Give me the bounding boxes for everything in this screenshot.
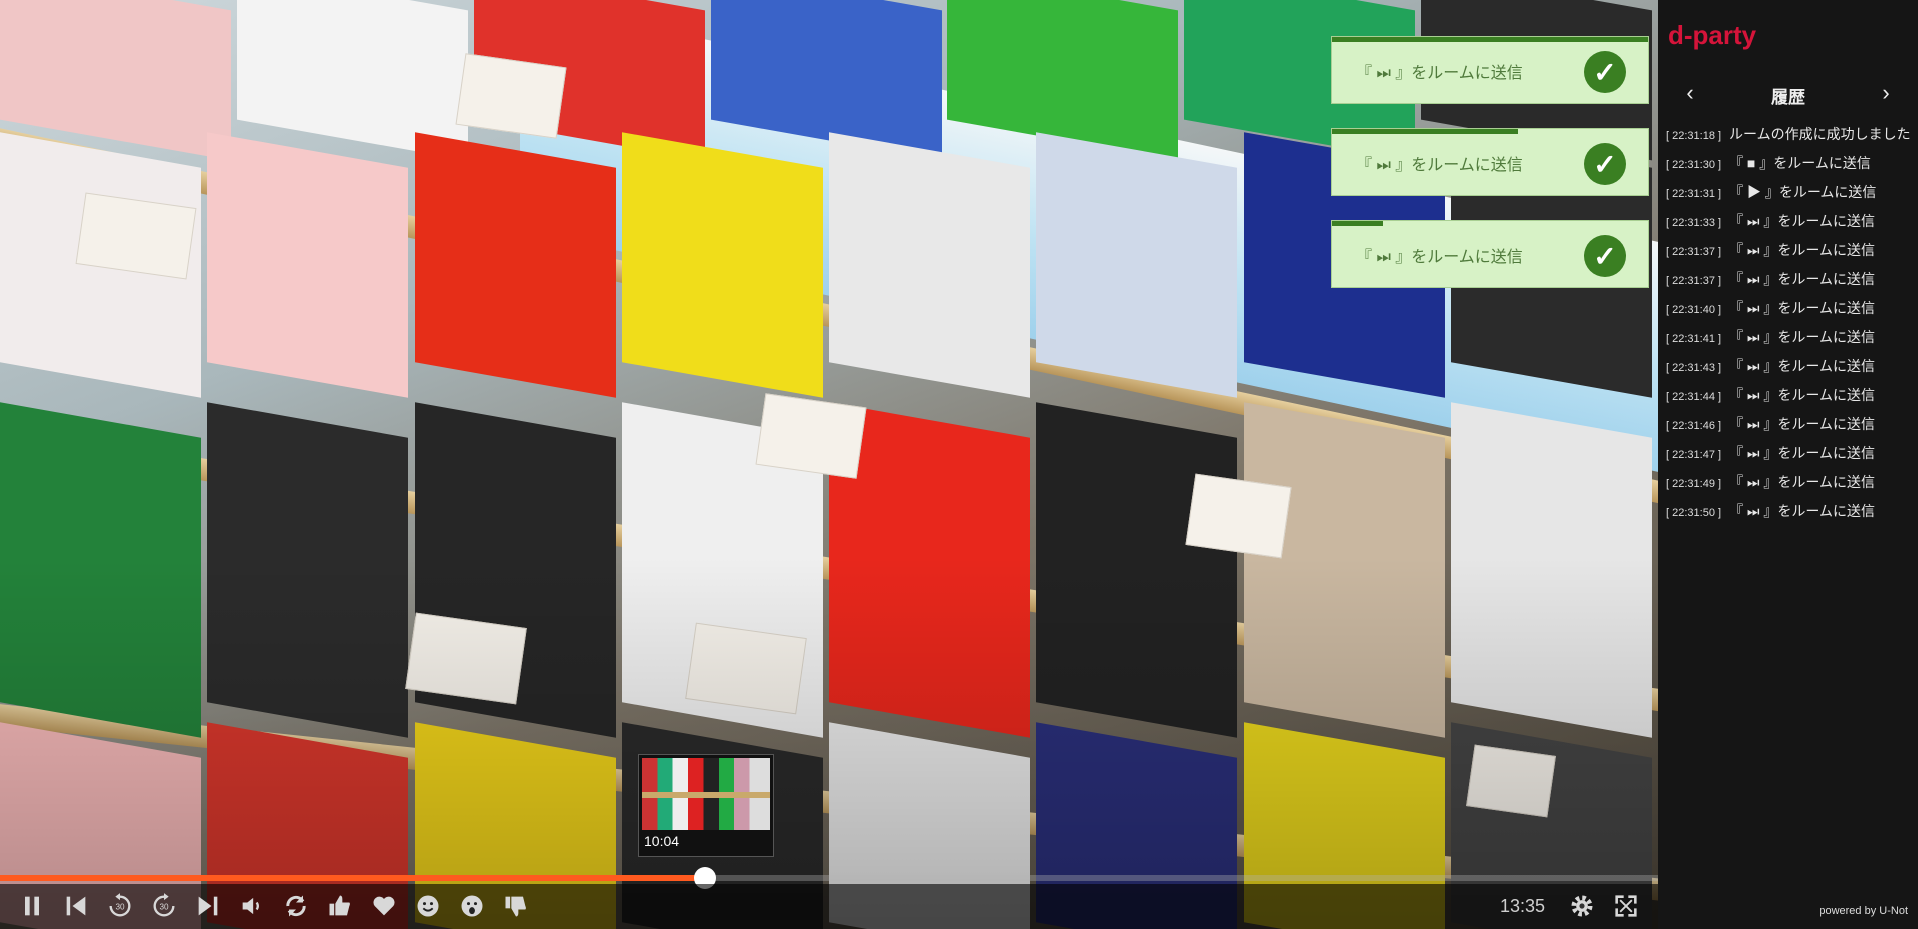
history-text: 『 ⏭ 』をルームに送信 xyxy=(1729,271,1876,287)
history-entry: [ 22:31:49 ] 『 ⏭ 』をルームに送信 xyxy=(1666,472,1914,501)
smile-icon[interactable] xyxy=(412,890,444,922)
brand-logo: d-party xyxy=(1668,20,1757,50)
history-entry: [ 22:31:30 ] 『 ■ 』をルームに送信 xyxy=(1666,153,1914,182)
history-text: 『 ▶ 』をルームに送信 xyxy=(1729,184,1877,200)
history-text: 『 ■ 』をルームに送信 xyxy=(1729,155,1871,171)
history-entry: [ 22:31:46 ] 『 ⏭ 』をルームに送信 xyxy=(1666,414,1914,443)
history-entry: [ 22:31:31 ] 『 ▶ 』をルームに送信 xyxy=(1666,182,1914,211)
history-timestamp: [ 22:31:33 ] xyxy=(1666,217,1722,229)
forward-30-icon[interactable]: 30 xyxy=(148,890,180,922)
progress-bar[interactable] xyxy=(0,867,1658,889)
history-timestamp: [ 22:31:44 ] xyxy=(1666,391,1722,403)
toast-notification: 『 ⏭ 』をルームに送信 ✓ xyxy=(1331,128,1649,196)
thumbs-down-icon[interactable] xyxy=(500,890,532,922)
toast-notification: 『 ⏭ 』をルームに送信 ✓ xyxy=(1331,36,1649,104)
settings-icon[interactable] xyxy=(1566,890,1598,922)
toast-message: 『 ⏭ 』をルームに送信 xyxy=(1356,157,1523,174)
history-header: ‹ 履歴 › xyxy=(1658,80,1918,108)
history-text: ルームの作成に成功しました xyxy=(1729,126,1911,142)
history-text: 『 ⏭ 』をルームに送信 xyxy=(1729,445,1876,461)
duration-label: 13:35 xyxy=(1500,896,1546,916)
rewind-30-icon[interactable]: 30 xyxy=(104,890,136,922)
history-timestamp: [ 22:31:37 ] xyxy=(1666,275,1722,287)
toast-timer-bar xyxy=(1332,37,1648,42)
history-timestamp: [ 22:31:18 ] xyxy=(1666,130,1722,142)
scream-icon[interactable] xyxy=(456,890,488,922)
history-text: 『 ⏭ 』をルームに送信 xyxy=(1729,329,1876,345)
history-timestamp: [ 22:31:46 ] xyxy=(1666,420,1722,432)
svg-text:30: 30 xyxy=(115,903,125,912)
history-entry: [ 22:31:50 ] 『 ⏭ 』をルームに送信 xyxy=(1666,501,1914,530)
history-timestamp: [ 22:31:50 ] xyxy=(1666,507,1722,519)
loop-icon[interactable] xyxy=(280,890,312,922)
checkmark-icon: ✓ xyxy=(1584,51,1626,93)
history-text: 『 ⏭ 』をルームに送信 xyxy=(1729,474,1876,490)
history-entry: [ 22:31:43 ] 『 ⏭ 』をルームに送信 xyxy=(1666,356,1914,385)
history-timestamp: [ 22:31:30 ] xyxy=(1666,159,1722,171)
checkmark-icon: ✓ xyxy=(1584,235,1626,277)
seek-preview-thumbnail xyxy=(642,758,770,830)
history-text: 『 ⏭ 』をルームに送信 xyxy=(1729,416,1876,432)
history-log: [ 22:31:18 ] ルームの作成に成功しました [ 22:31:30 ] 『 ■… xyxy=(1666,124,1914,530)
history-text: 『 ⏭ 』をルームに送信 xyxy=(1729,387,1876,403)
history-text: 『 ⏭ 』をルームに送信 xyxy=(1729,213,1876,229)
chevron-right-icon[interactable]: › xyxy=(1874,82,1898,106)
toast-message: 『 ⏭ 』をルームに送信 xyxy=(1356,249,1523,266)
history-entry: [ 22:31:44 ] 『 ⏭ 』をルームに送信 xyxy=(1666,385,1914,414)
skip-forward-icon[interactable] xyxy=(192,890,224,922)
history-timestamp: [ 22:31:43 ] xyxy=(1666,362,1722,374)
history-timestamp: [ 22:31:37 ] xyxy=(1666,246,1722,258)
history-entry: [ 22:31:40 ] 『 ⏭ 』をルームに送信 xyxy=(1666,298,1914,327)
toast-timer-bar xyxy=(1332,221,1383,226)
history-timestamp: [ 22:31:49 ] xyxy=(1666,478,1722,490)
toast-message: 『 ⏭ 』をルームに送信 xyxy=(1356,65,1523,82)
pause-icon[interactable] xyxy=(16,890,48,922)
progress-fill xyxy=(0,875,705,881)
sidebar: d-party ‹ 履歴 › [ 22:31:18 ] ルームの作成に成功しました… xyxy=(1658,0,1918,929)
history-entry: [ 22:31:33 ] 『 ⏭ 』をルームに送信 xyxy=(1666,211,1914,240)
fullscreen-icon[interactable] xyxy=(1610,890,1642,922)
history-text: 『 ⏭ 』をルームに送信 xyxy=(1729,300,1876,316)
history-entry: [ 22:31:18 ] ルームの作成に成功しました xyxy=(1666,124,1914,153)
player-controls: 30 30 13:35 xyxy=(0,884,1658,929)
history-text: 『 ⏭ 』をルームに送信 xyxy=(1729,358,1876,374)
powered-by: powered by U-Not xyxy=(1819,905,1908,917)
heart-icon[interactable] xyxy=(368,890,400,922)
seek-preview: 10:04 xyxy=(638,754,774,857)
history-entry: [ 22:31:37 ] 『 ⏭ 』をルームに送信 xyxy=(1666,269,1914,298)
skip-back-icon[interactable] xyxy=(60,890,92,922)
history-entry: [ 22:31:37 ] 『 ⏭ 』をルームに送信 xyxy=(1666,240,1914,269)
history-entry: [ 22:31:47 ] 『 ⏭ 』をルームに送信 xyxy=(1666,443,1914,472)
toast-timer-bar xyxy=(1332,129,1519,134)
toast-notification: 『 ⏭ 』をルームに送信 ✓ xyxy=(1331,220,1649,288)
checkmark-icon: ✓ xyxy=(1584,143,1626,185)
history-timestamp: [ 22:31:31 ] xyxy=(1666,188,1722,200)
history-timestamp: [ 22:31:40 ] xyxy=(1666,304,1722,316)
history-text: 『 ⏭ 』をルームに送信 xyxy=(1729,242,1876,258)
svg-text:30: 30 xyxy=(159,903,169,912)
thumbs-up-icon[interactable] xyxy=(324,890,356,922)
seek-preview-time: 10:04 xyxy=(644,833,680,849)
history-timestamp: [ 22:31:41 ] xyxy=(1666,333,1722,345)
history-text: 『 ⏭ 』をルームに送信 xyxy=(1729,503,1876,519)
history-timestamp: [ 22:31:47 ] xyxy=(1666,449,1722,461)
volume-icon[interactable] xyxy=(236,890,268,922)
history-entry: [ 22:31:41 ] 『 ⏭ 』をルームに送信 xyxy=(1666,327,1914,356)
